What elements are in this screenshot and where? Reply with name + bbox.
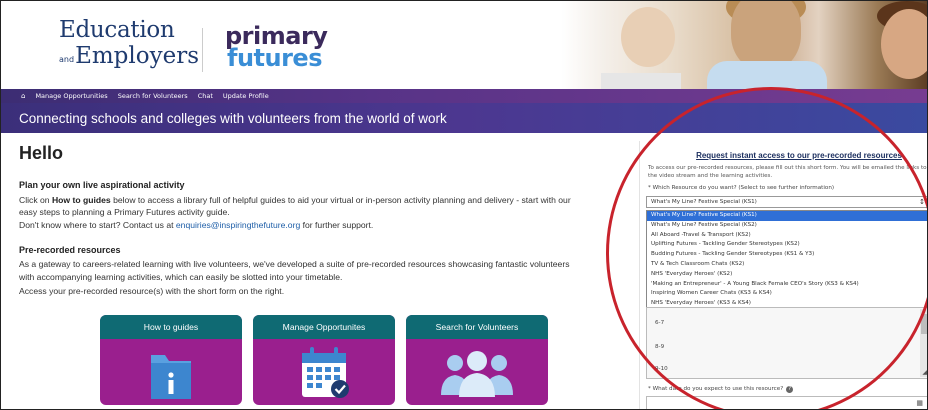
plan-line-3-pre: Don't know where to start? Contact us at: [19, 220, 176, 230]
search-volunteers-tile[interactable]: Search for Volunteers: [406, 315, 548, 405]
nav-manage-opportunities[interactable]: Manage Opportunities: [35, 92, 107, 100]
nav-update-profile[interactable]: Update Profile: [223, 92, 269, 100]
plan-line-2: easy steps to planning a Primary Futures…: [19, 207, 230, 217]
dropdown-option[interactable]: TV & Tech Classroom Chats (KS2): [647, 260, 927, 270]
plan-line-3-post: for further support.: [300, 220, 374, 230]
dropdown-option[interactable]: Inspiring Women Career Chats (KS3 & KS4): [647, 289, 927, 299]
resource-dropdown-list: What's My Line? Festive Special (KS1) Wh…: [646, 210, 927, 310]
logo-line-2-text: Employers: [75, 43, 199, 69]
folder-info-icon: [100, 345, 242, 405]
calendar-icon[interactable]: ▦: [916, 399, 923, 407]
logo-futures: futures: [227, 44, 322, 72]
resource-request-form: Request instant access to our pre-record…: [639, 141, 927, 409]
nav-search-volunteers[interactable]: Search for Volunteers: [118, 92, 188, 100]
resource-select[interactable]: What's My Line? Festive Special (KS1) ↕: [646, 196, 927, 208]
dropdown-option[interactable]: Uplifting Futures - Tackling Gender Ster…: [647, 240, 927, 250]
plan-line-3: Don't know where to start? Contact us at…: [19, 219, 619, 231]
help-icon[interactable]: ?: [786, 386, 794, 393]
plan-line-1: Click on How to guides below to access a…: [19, 194, 619, 206]
logo-line-2: andEmployers: [59, 43, 199, 69]
dropdown-option[interactable]: 'Making an Entrepreneur' - A Young Black…: [647, 280, 927, 290]
scrollbar-thumb[interactable]: [921, 314, 927, 334]
photo-decoration: [881, 9, 927, 79]
people-icon: [406, 345, 548, 405]
dropdown-option[interactable]: What's My Line? Festive Special (KS2): [647, 221, 927, 231]
main-nav: ⌂ Manage Opportunities Search for Volunt…: [1, 89, 927, 103]
how-to-guides-tile[interactable]: How to guides: [100, 315, 242, 405]
tile-header: Manage Opportunites: [253, 315, 395, 339]
photo-decoration: [621, 7, 675, 67]
chevron-down-icon: ↕: [919, 198, 925, 206]
education-employers-logo[interactable]: Education andEmployers: [59, 17, 199, 69]
resource-question-label: * Which Resource do you want? (Select to…: [648, 185, 835, 191]
form-title: Request instant access to our pre-record…: [696, 151, 902, 160]
date-input[interactable]: ▦: [646, 396, 927, 409]
plan-heading: Plan your own live aspirational activity: [19, 180, 185, 190]
plan-line-1-post: below to access a library full of helpfu…: [110, 195, 571, 205]
plan-line-1-pre: Click on: [19, 195, 52, 205]
resource-select-value: What's My Line? Festive Special (KS1): [651, 199, 757, 205]
prerecorded-line-1: As a gateway to careers-related learning…: [19, 259, 570, 269]
tile-label: How to guides: [143, 322, 199, 332]
date-question-label: * What date do you expect to use this re…: [648, 386, 794, 393]
form-description: To access our pre-recorded resources, pl…: [648, 165, 927, 179]
tagline-banner: Connecting schools and colleges with vol…: [1, 103, 927, 133]
prerecorded-heading: Pre-recorded resources: [19, 245, 121, 255]
date-question-text: * What date do you expect to use this re…: [648, 386, 784, 392]
nav-chat[interactable]: Chat: [198, 92, 213, 100]
enquiries-email-link[interactable]: enquiries@inspiringthefuture.org: [176, 220, 300, 230]
page-title: Hello: [19, 143, 64, 163]
photo-decoration: [707, 61, 827, 89]
list-item[interactable]: 6-7: [655, 320, 664, 326]
prerecorded-line-3: Access your pre-recorded resource(s) wit…: [19, 286, 285, 296]
site-header: Education andEmployers primary futures: [1, 1, 927, 89]
manage-opportunities-tile[interactable]: Manage Opportunites: [253, 315, 395, 405]
logo-and: and: [59, 55, 75, 64]
primary-futures-logo[interactable]: primary futures: [225, 24, 328, 72]
list-item[interactable]: 8-9: [655, 344, 664, 350]
how-to-guides-bold: How to guides: [51, 195, 111, 205]
home-icon[interactable]: ⌂: [21, 92, 25, 100]
tile-header: How to guides: [100, 315, 242, 339]
tile-label: Search for Volunteers: [435, 322, 519, 332]
tile-header: Search for Volunteers: [406, 315, 548, 339]
logo-line-1: Education: [59, 17, 175, 43]
dropdown-option[interactable]: Budding Futures - Tackling Gender Stereo…: [647, 250, 927, 260]
dropdown-option[interactable]: What's My Line? Festive Special (KS1): [647, 211, 927, 221]
logo-divider: [202, 28, 203, 72]
tile-label: Manage Opportunites: [282, 322, 366, 332]
list-item[interactable]: 9-10: [655, 366, 668, 372]
calendar-check-icon: [253, 345, 395, 405]
age-group-listbox[interactable]: 6-7 8-9 9-10 ◢: [646, 307, 927, 379]
tagline-text: Connecting schools and colleges with vol…: [19, 110, 447, 126]
photo-decoration: [601, 73, 681, 89]
dropdown-option[interactable]: NHS 'Everyday Heroes' (KS2): [647, 270, 927, 280]
prerecorded-line-2: with accompanying learning activities, w…: [19, 272, 343, 282]
page-frame: Education andEmployers primary futures ⌂…: [0, 0, 928, 410]
dropdown-option[interactable]: All Aboard -Travel & Transport (KS2): [647, 231, 927, 241]
resize-handle-icon[interactable]: ◢: [922, 369, 927, 376]
